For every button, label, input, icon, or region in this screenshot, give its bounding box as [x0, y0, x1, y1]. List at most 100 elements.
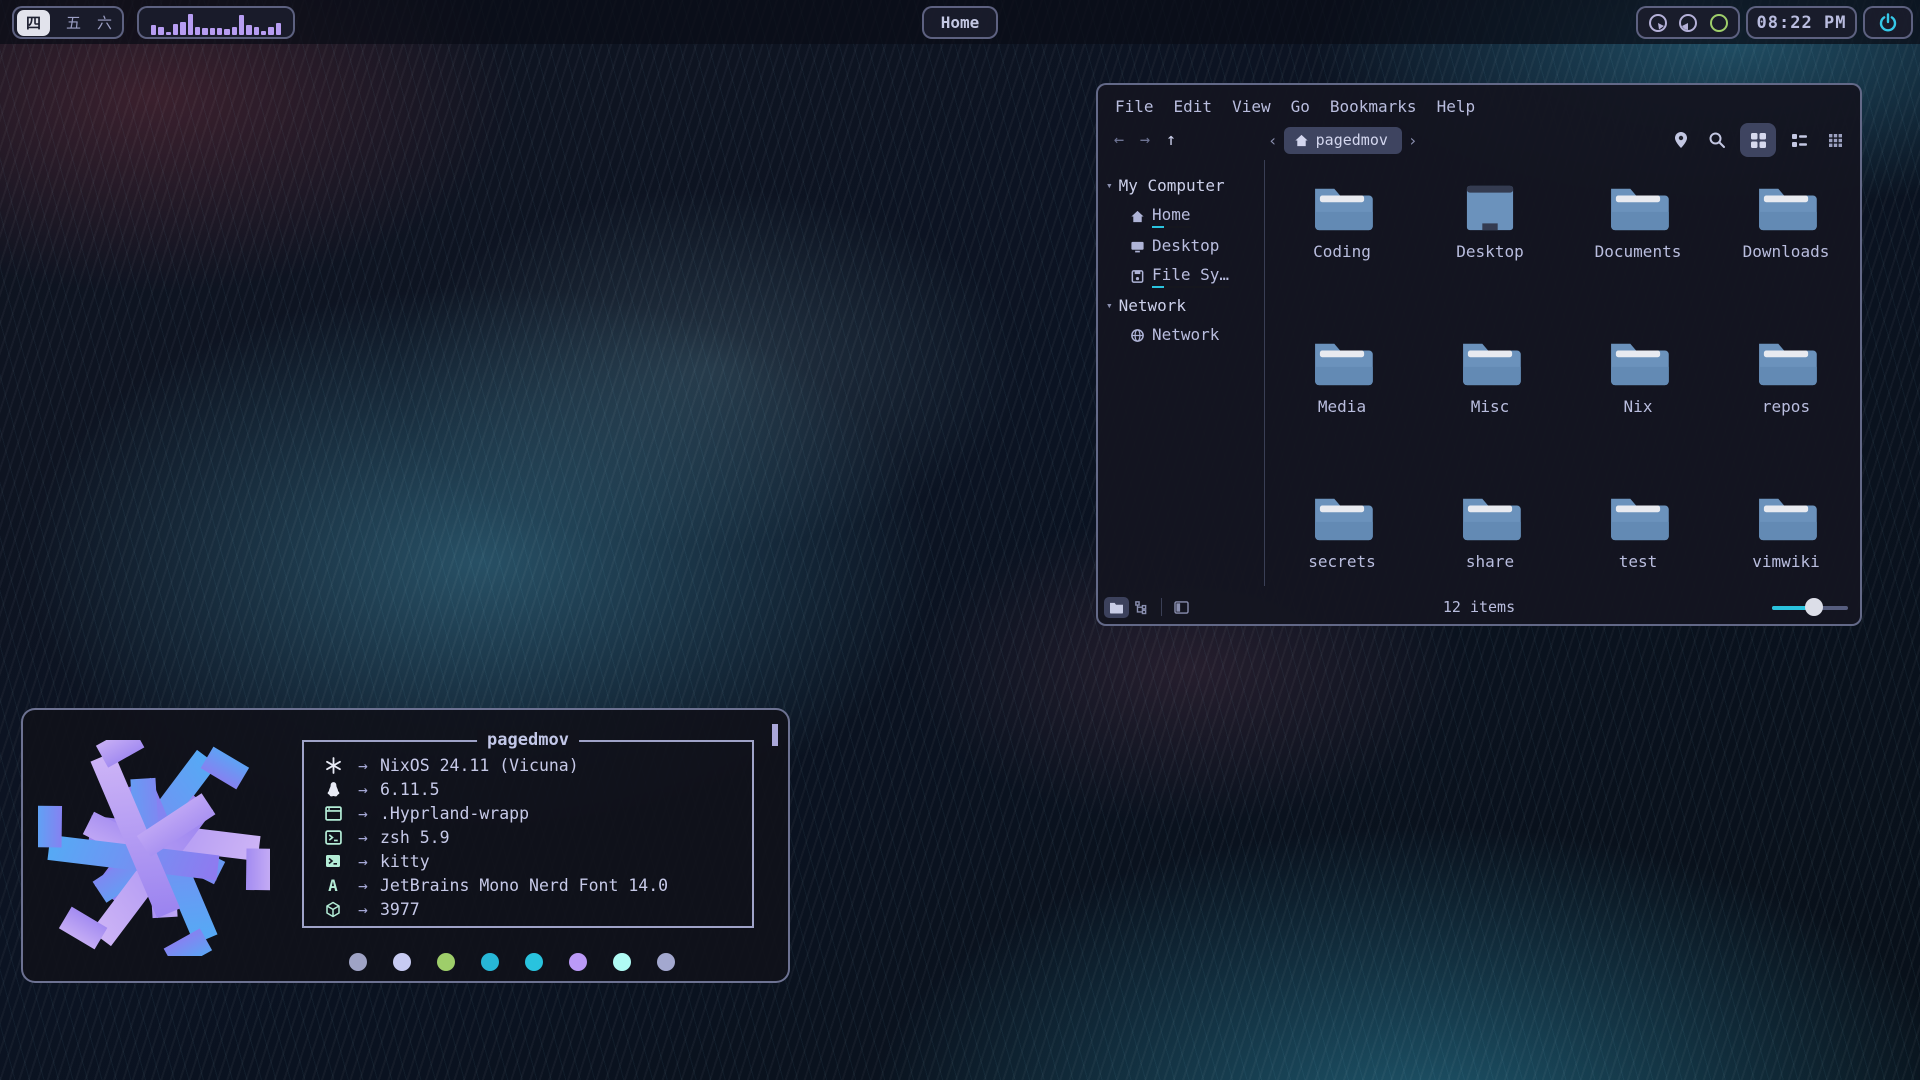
back-button[interactable]: ← — [1106, 130, 1132, 150]
menu-go[interactable]: Go — [1291, 97, 1310, 116]
visualizer-bar — [210, 28, 215, 35]
palette-dot — [569, 953, 587, 971]
desktop: { "topbar": { "workspaces": { "active": … — [0, 0, 1920, 1080]
folder-item-downloads[interactable]: Downloads — [1712, 168, 1860, 323]
folder-item-misc[interactable]: Misc — [1416, 323, 1564, 478]
slider-handle[interactable] — [1805, 598, 1823, 616]
system-tray[interactable] — [1636, 6, 1740, 39]
folder-item-coding[interactable]: Coding — [1268, 168, 1416, 323]
workspace-active[interactable]: 四 — [17, 10, 50, 36]
menu-help[interactable]: Help — [1437, 97, 1476, 116]
arrow-icon: → — [346, 876, 380, 895]
menu-file[interactable]: File — [1115, 97, 1154, 116]
folder-item-nix[interactable]: Nix — [1564, 323, 1712, 478]
visualizer-bar — [173, 24, 178, 35]
menu-edit[interactable]: Edit — [1174, 97, 1213, 116]
workspace-item[interactable]: 五 — [66, 12, 81, 33]
breadcrumb-prev-icon[interactable]: ‹ — [1262, 131, 1284, 150]
folder-item-media[interactable]: Media — [1268, 323, 1416, 478]
kernel-value: 6.11.5 — [380, 780, 440, 799]
search-icon[interactable] — [1704, 127, 1730, 153]
visualizer-bar — [232, 27, 237, 35]
packages-icon — [320, 901, 346, 918]
folder-icon — [1607, 338, 1669, 388]
menu-view[interactable]: View — [1232, 97, 1271, 116]
terminal-icon — [320, 854, 346, 868]
visualizer-bar — [276, 23, 281, 35]
sidebar-item-filesystem[interactable]: File Sy… — [1098, 261, 1264, 292]
window-manager-icon — [320, 806, 346, 821]
file-manager-body: ▾ My Computer Home Desktop File Sy… — [1098, 159, 1860, 586]
sidebar-section-network[interactable]: ▾ Network — [1098, 292, 1264, 321]
folder-label: Coding — [1313, 242, 1371, 261]
disk-indicator-icon[interactable] — [1677, 12, 1699, 34]
collapse-arrow-icon[interactable]: ▾ — [1106, 299, 1113, 312]
breadcrumb-next-icon[interactable]: › — [1402, 131, 1424, 150]
visualizer-bar — [188, 14, 193, 35]
toggle-sidebar-button[interactable] — [1169, 597, 1194, 618]
terminal-window[interactable]: pagedmov → NixOS 24.11 (Vicuna) → 6.11.5 — [21, 708, 790, 983]
clock-label: 08:22 PM — [1757, 13, 1847, 33]
breadcrumb-segment-home[interactable]: pagedmov — [1284, 127, 1402, 154]
palette-dot — [481, 953, 499, 971]
sidebar-item-desktop[interactable]: Desktop — [1098, 232, 1264, 261]
item-count: 12 items — [1443, 598, 1515, 616]
folder-icon — [1607, 493, 1669, 543]
folder-item-desktop[interactable]: Desktop — [1416, 168, 1564, 323]
clock: 08:22 PM — [1746, 6, 1857, 39]
palette-dot — [657, 953, 675, 971]
folder-label: Downloads — [1743, 242, 1830, 261]
folder-label: Misc — [1471, 397, 1510, 416]
visualizer-bar — [151, 25, 156, 35]
sidebar-item-label: Home — [1152, 205, 1191, 228]
sidebar-section-my-computer[interactable]: ▾ My Computer — [1098, 172, 1264, 201]
arrow-icon: → — [346, 900, 380, 919]
forward-button[interactable]: → — [1132, 130, 1158, 150]
folder-item-documents[interactable]: Documents — [1564, 168, 1712, 323]
visualizer-bar — [254, 27, 259, 35]
folder-icon — [1311, 338, 1373, 388]
show-tree-button[interactable] — [1129, 597, 1154, 618]
up-button[interactable]: ↑ — [1158, 130, 1184, 150]
workspace-item[interactable]: 六 — [97, 12, 112, 33]
arrow-icon: → — [346, 852, 380, 871]
visualizer-bar — [239, 15, 244, 35]
collapse-arrow-icon[interactable]: ▾ — [1106, 179, 1113, 192]
list-view-button[interactable] — [1786, 127, 1812, 153]
status-bar: 12 items — [1098, 594, 1860, 624]
fastfetch-line-font: A → JetBrains Mono Nerd Font 14.0 — [320, 873, 752, 897]
packages-value: 3977 — [380, 900, 420, 919]
visualizer-bar — [158, 27, 163, 35]
folder-item-repos[interactable]: repos — [1712, 323, 1860, 478]
location-pin-icon[interactable] — [1668, 127, 1694, 153]
menu-bookmarks[interactable]: Bookmarks — [1330, 97, 1417, 116]
audio-visualizer-bars — [151, 11, 281, 35]
compact-view-button[interactable] — [1822, 127, 1848, 153]
file-manager-menubar: File Edit View Go Bookmarks Help — [1098, 85, 1860, 121]
disk-indicator-icon[interactable] — [1647, 12, 1669, 34]
visualizer-bar — [217, 28, 222, 35]
folder-icon — [1459, 493, 1521, 543]
fastfetch-line-kernel: → 6.11.5 — [320, 777, 752, 801]
nixos-icon — [320, 757, 346, 774]
workspace-switcher[interactable]: 四 五 六 — [12, 6, 124, 39]
power-button[interactable] — [1863, 6, 1913, 39]
folder-label: Media — [1318, 397, 1366, 416]
visualizer-bar — [195, 27, 200, 35]
active-window-title: Home — [922, 6, 998, 39]
home-icon — [1130, 209, 1145, 224]
active-window-title-label: Home — [941, 13, 980, 32]
show-places-button[interactable] — [1104, 597, 1129, 618]
sidebar-item-home[interactable]: Home — [1098, 201, 1264, 232]
fastfetch-line-os: → NixOS 24.11 (Vicuna) — [320, 753, 752, 777]
arrow-icon: → — [346, 756, 380, 775]
sidebar-item-network[interactable]: Network — [1098, 321, 1264, 350]
folder-label: secrets — [1308, 552, 1375, 571]
icon-size-slider[interactable] — [1772, 599, 1848, 615]
icon-view-button[interactable] — [1740, 123, 1776, 157]
folder-icon — [1755, 183, 1817, 233]
shell-value: zsh 5.9 — [380, 828, 450, 847]
status-ring-icon[interactable] — [1708, 12, 1730, 34]
folder-icon — [1755, 493, 1817, 543]
palette-dot — [393, 953, 411, 971]
